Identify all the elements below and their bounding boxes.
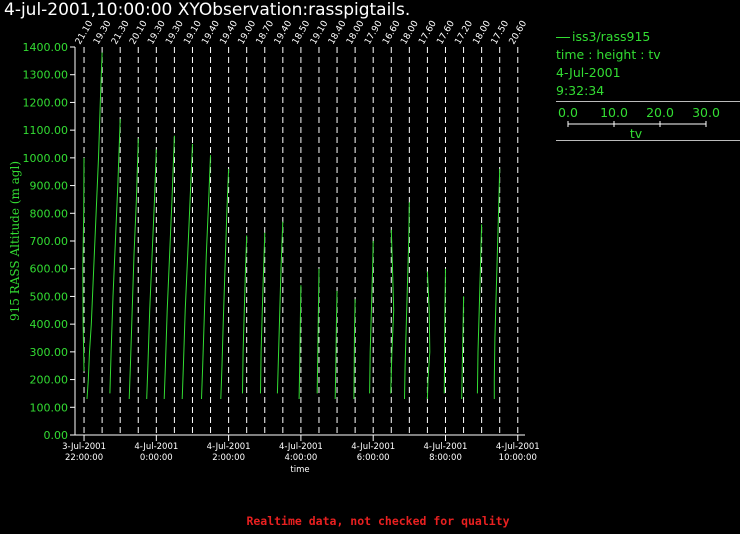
y-axis-label: 915 RASS Altitude (m agl) xyxy=(8,161,22,321)
legend-divider xyxy=(556,140,740,141)
x-tick-time: 8:00:00 xyxy=(429,453,462,463)
y-tick-label: 800.00 xyxy=(30,207,69,220)
x-axis-label: time xyxy=(290,465,309,475)
x-tick-date: 4-Jul-2001 xyxy=(279,442,323,452)
legend-line-swatch xyxy=(556,37,570,38)
legend-scale: 0.0 10.0 20.0 30.0 tv xyxy=(558,105,720,141)
y-tick-label: 400.00 xyxy=(30,318,69,331)
profile-trace xyxy=(493,168,501,399)
legend-scale-tick-label: 30.0 xyxy=(692,105,720,120)
y-tick-label: 1100.00 xyxy=(23,124,69,137)
y-tick-label: 1400.00 xyxy=(23,41,69,54)
legend-variables: time : height : tv xyxy=(556,47,661,62)
legend-panel: iss3/rass915 time : height : tv 4-Jul-20… xyxy=(556,28,740,141)
y-tick-label: 700.00 xyxy=(30,235,69,248)
axis-labels: 21.1019.3021.3020.1019.3019.3019.1019.40… xyxy=(8,19,540,475)
x-tick-time: 2:00:00 xyxy=(212,453,245,463)
y-tick-label: 600.00 xyxy=(30,263,69,276)
x-tick-time: 4:00:00 xyxy=(285,453,318,463)
profile-trace xyxy=(86,52,103,400)
profile-trace xyxy=(404,202,410,400)
y-tick-label: 1000.00 xyxy=(23,152,69,165)
legend-scale-label: tv xyxy=(630,126,643,141)
profile-trace xyxy=(276,221,284,394)
profile-trace xyxy=(260,232,266,394)
legend-time: 9:32:34 xyxy=(556,83,605,98)
profile-trace xyxy=(163,135,175,400)
y-tick-label: 300.00 xyxy=(30,346,69,359)
profile-trace xyxy=(82,157,85,372)
x-tick-date: 4-Jul-2001 xyxy=(496,442,540,452)
y-tick-label: 0.00 xyxy=(44,429,69,442)
quality-notice: Realtime data, not checked for quality xyxy=(246,514,510,528)
x-tick-date: 4-Jul-2001 xyxy=(351,442,395,452)
profile-trace xyxy=(128,138,139,400)
profile-trace xyxy=(369,240,374,394)
x-tick-date: 4-Jul-2001 xyxy=(207,442,251,452)
legend-series-row: iss3/rass915 xyxy=(556,28,740,46)
y-tick-label: 100.00 xyxy=(30,401,69,414)
legend-divider xyxy=(556,101,740,102)
profile-traces xyxy=(82,52,501,400)
legend-scale-tick-label: 10.0 xyxy=(600,105,628,120)
y-tick-label: 1300.00 xyxy=(23,69,69,82)
y-tick-label: 900.00 xyxy=(30,180,69,193)
profile-trace xyxy=(201,155,211,400)
x-tick-time: 22:00:00 xyxy=(65,453,103,463)
x-tick-time: 10:00:00 xyxy=(499,453,537,463)
x-tick-date: 4-Jul-2001 xyxy=(424,442,468,452)
legend-date: 4-Jul-2001 xyxy=(556,65,621,80)
y-tick-label: 500.00 xyxy=(30,290,69,303)
profile-gridlines xyxy=(83,47,519,435)
profile-trace xyxy=(146,149,157,400)
legend-series-label: iss3/rass915 xyxy=(572,29,651,44)
profile-label: 20.60 xyxy=(508,19,530,47)
profile-trace xyxy=(181,143,193,400)
profile-trace xyxy=(220,168,230,400)
profile-trace xyxy=(242,235,248,394)
x-tick-time: 0:00:00 xyxy=(140,453,173,463)
x-tick-date: 4-Jul-2001 xyxy=(134,442,178,452)
legend-scale-tick-label: 0.0 xyxy=(558,105,578,120)
x-tick-time: 6:00:00 xyxy=(357,453,390,463)
profile-trace xyxy=(109,119,121,394)
profile-trace xyxy=(476,224,483,394)
x-tick-date: 3-Jul-2001 xyxy=(62,442,106,452)
y-tick-label: 1200.00 xyxy=(23,96,69,109)
y-tick-label: 200.00 xyxy=(30,374,69,387)
legend-scale-tick-label: 20.0 xyxy=(646,105,674,120)
